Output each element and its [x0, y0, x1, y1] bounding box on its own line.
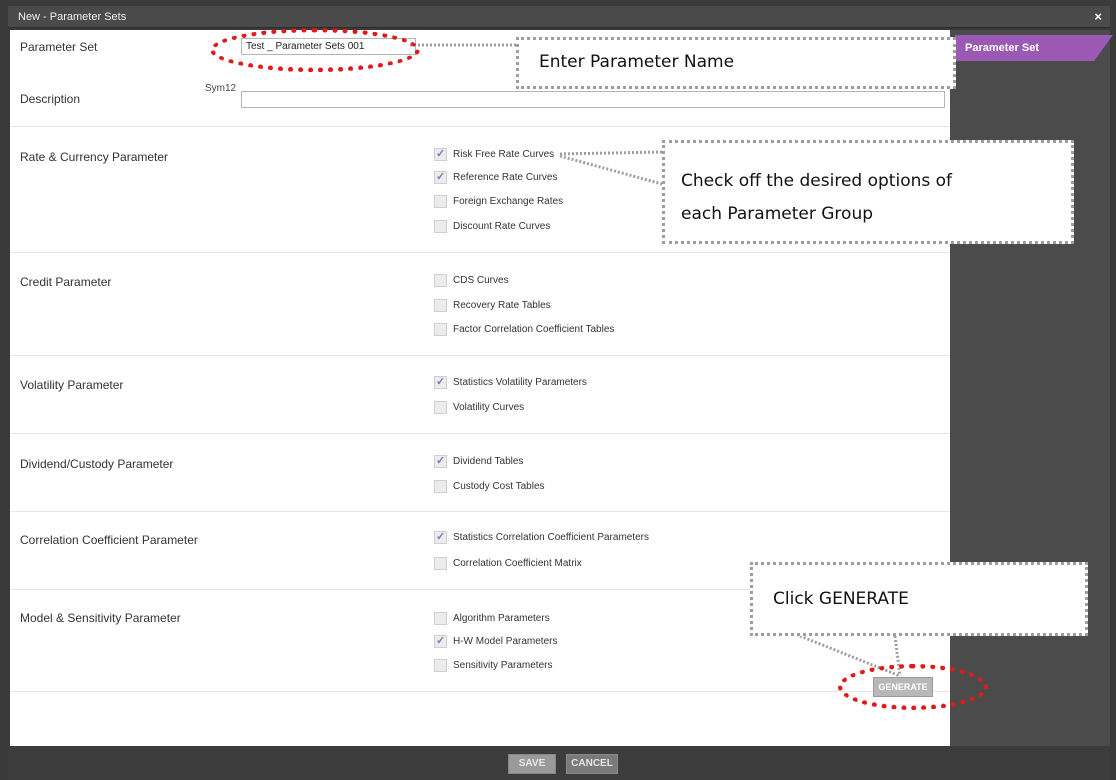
callout-click-generate: Click GENERATE	[750, 562, 1088, 636]
option-recovery-rate-tables[interactable]: Recovery Rate Tables	[434, 299, 551, 312]
option-foreign-exchange-rates[interactable]: Foreign Exchange Rates	[434, 195, 563, 208]
parameter-set-tab[interactable]: Parameter Set	[955, 35, 1113, 61]
highlight-parameter-name	[210, 28, 420, 72]
option-sensitivity-parameters[interactable]: Sensitivity Parameters	[434, 659, 552, 672]
callout-check-line1: Check off the desired options of	[681, 171, 953, 191]
option-custody-cost-tables[interactable]: Custody Cost Tables	[434, 480, 545, 493]
description-input[interactable]	[241, 91, 945, 108]
checkbox-unchecked[interactable]	[434, 220, 447, 233]
callout-enter-name: Enter Parameter Name	[516, 37, 956, 89]
option-statistics-volatility-parameters[interactable]: Statistics Volatility Parameters	[434, 375, 587, 389]
group-label-model-sensitivity: Model & Sensitivity Parameter	[20, 611, 181, 625]
checkbox-checked[interactable]	[434, 454, 447, 468]
group-label-correlation-coefficient: Correlation Coefficient Parameter	[20, 533, 198, 547]
divider	[10, 126, 950, 127]
sym-hint: Sym12	[205, 83, 237, 94]
option-volatility-curves[interactable]: Volatility Curves	[434, 401, 524, 414]
option-statistics-correlation-coefficient-parameters[interactable]: Statistics Correlation Coefficient Param…	[434, 530, 649, 544]
parameter-set-label: Parameter Set	[20, 40, 98, 54]
callout-check-line2: each Parameter Group	[681, 204, 874, 224]
description-label: Description	[20, 92, 81, 106]
parameter-set-form: Parameter Set Sym12 Description Rate & C…	[10, 30, 950, 746]
option-h-w-model-parameters[interactable]: H-W Model Parameters	[434, 634, 557, 648]
checkbox-unchecked[interactable]	[434, 557, 447, 570]
checkbox-unchecked[interactable]	[434, 401, 447, 414]
option-algorithm-parameters[interactable]: Algorithm Parameters	[434, 612, 550, 625]
option-discount-rate-curves[interactable]: Discount Rate Curves	[434, 220, 550, 233]
callout-check-options: Check off the desired options of each Pa…	[662, 140, 1074, 244]
cancel-button[interactable]: CANCEL	[566, 754, 618, 774]
divider	[10, 433, 950, 434]
option-risk-free-rate-curves[interactable]: Risk Free Rate Curves	[434, 147, 554, 161]
window-title: New - Parameter Sets	[18, 11, 127, 23]
option-cds-curves[interactable]: CDS Curves	[434, 274, 509, 287]
checkbox-unchecked[interactable]	[434, 195, 447, 208]
option-correlation-coefficient-matrix[interactable]: Correlation Coefficient Matrix	[434, 557, 582, 570]
group-label-rate-currency: Rate & Currency Parameter	[20, 150, 169, 164]
divider	[10, 511, 950, 512]
checkbox-checked[interactable]	[434, 170, 447, 184]
checkbox-checked[interactable]	[434, 375, 447, 389]
checkbox-unchecked[interactable]	[434, 480, 447, 493]
group-label-dividend-custody: Dividend/Custody Parameter	[20, 457, 174, 471]
checkbox-unchecked[interactable]	[434, 612, 447, 625]
divider	[10, 691, 950, 692]
option-reference-rate-curves[interactable]: Reference Rate Curves	[434, 170, 558, 184]
right-panel	[950, 30, 1110, 746]
option-dividend-tables[interactable]: Dividend Tables	[434, 454, 523, 468]
divider	[10, 355, 950, 356]
checkbox-checked[interactable]	[434, 634, 447, 648]
checkbox-unchecked[interactable]	[434, 659, 447, 672]
group-label-volatility: Volatility Parameter	[20, 378, 124, 392]
checkbox-unchecked[interactable]	[434, 274, 447, 287]
close-icon[interactable]: ×	[1094, 6, 1102, 28]
highlight-generate-button	[838, 664, 988, 710]
checkbox-checked[interactable]	[434, 530, 447, 544]
checkbox-unchecked[interactable]	[434, 323, 447, 336]
checkbox-unchecked[interactable]	[434, 299, 447, 312]
divider	[10, 252, 950, 253]
option-factor-correlation-coefficient-tables[interactable]: Factor Correlation Coefficient Tables	[434, 323, 614, 336]
save-button[interactable]: SAVE	[508, 754, 556, 774]
window-titlebar: New - Parameter Sets ×	[8, 6, 1110, 28]
group-label-credit: Credit Parameter	[20, 275, 112, 289]
footer-bar	[8, 746, 1110, 780]
checkbox-checked[interactable]	[434, 147, 447, 161]
